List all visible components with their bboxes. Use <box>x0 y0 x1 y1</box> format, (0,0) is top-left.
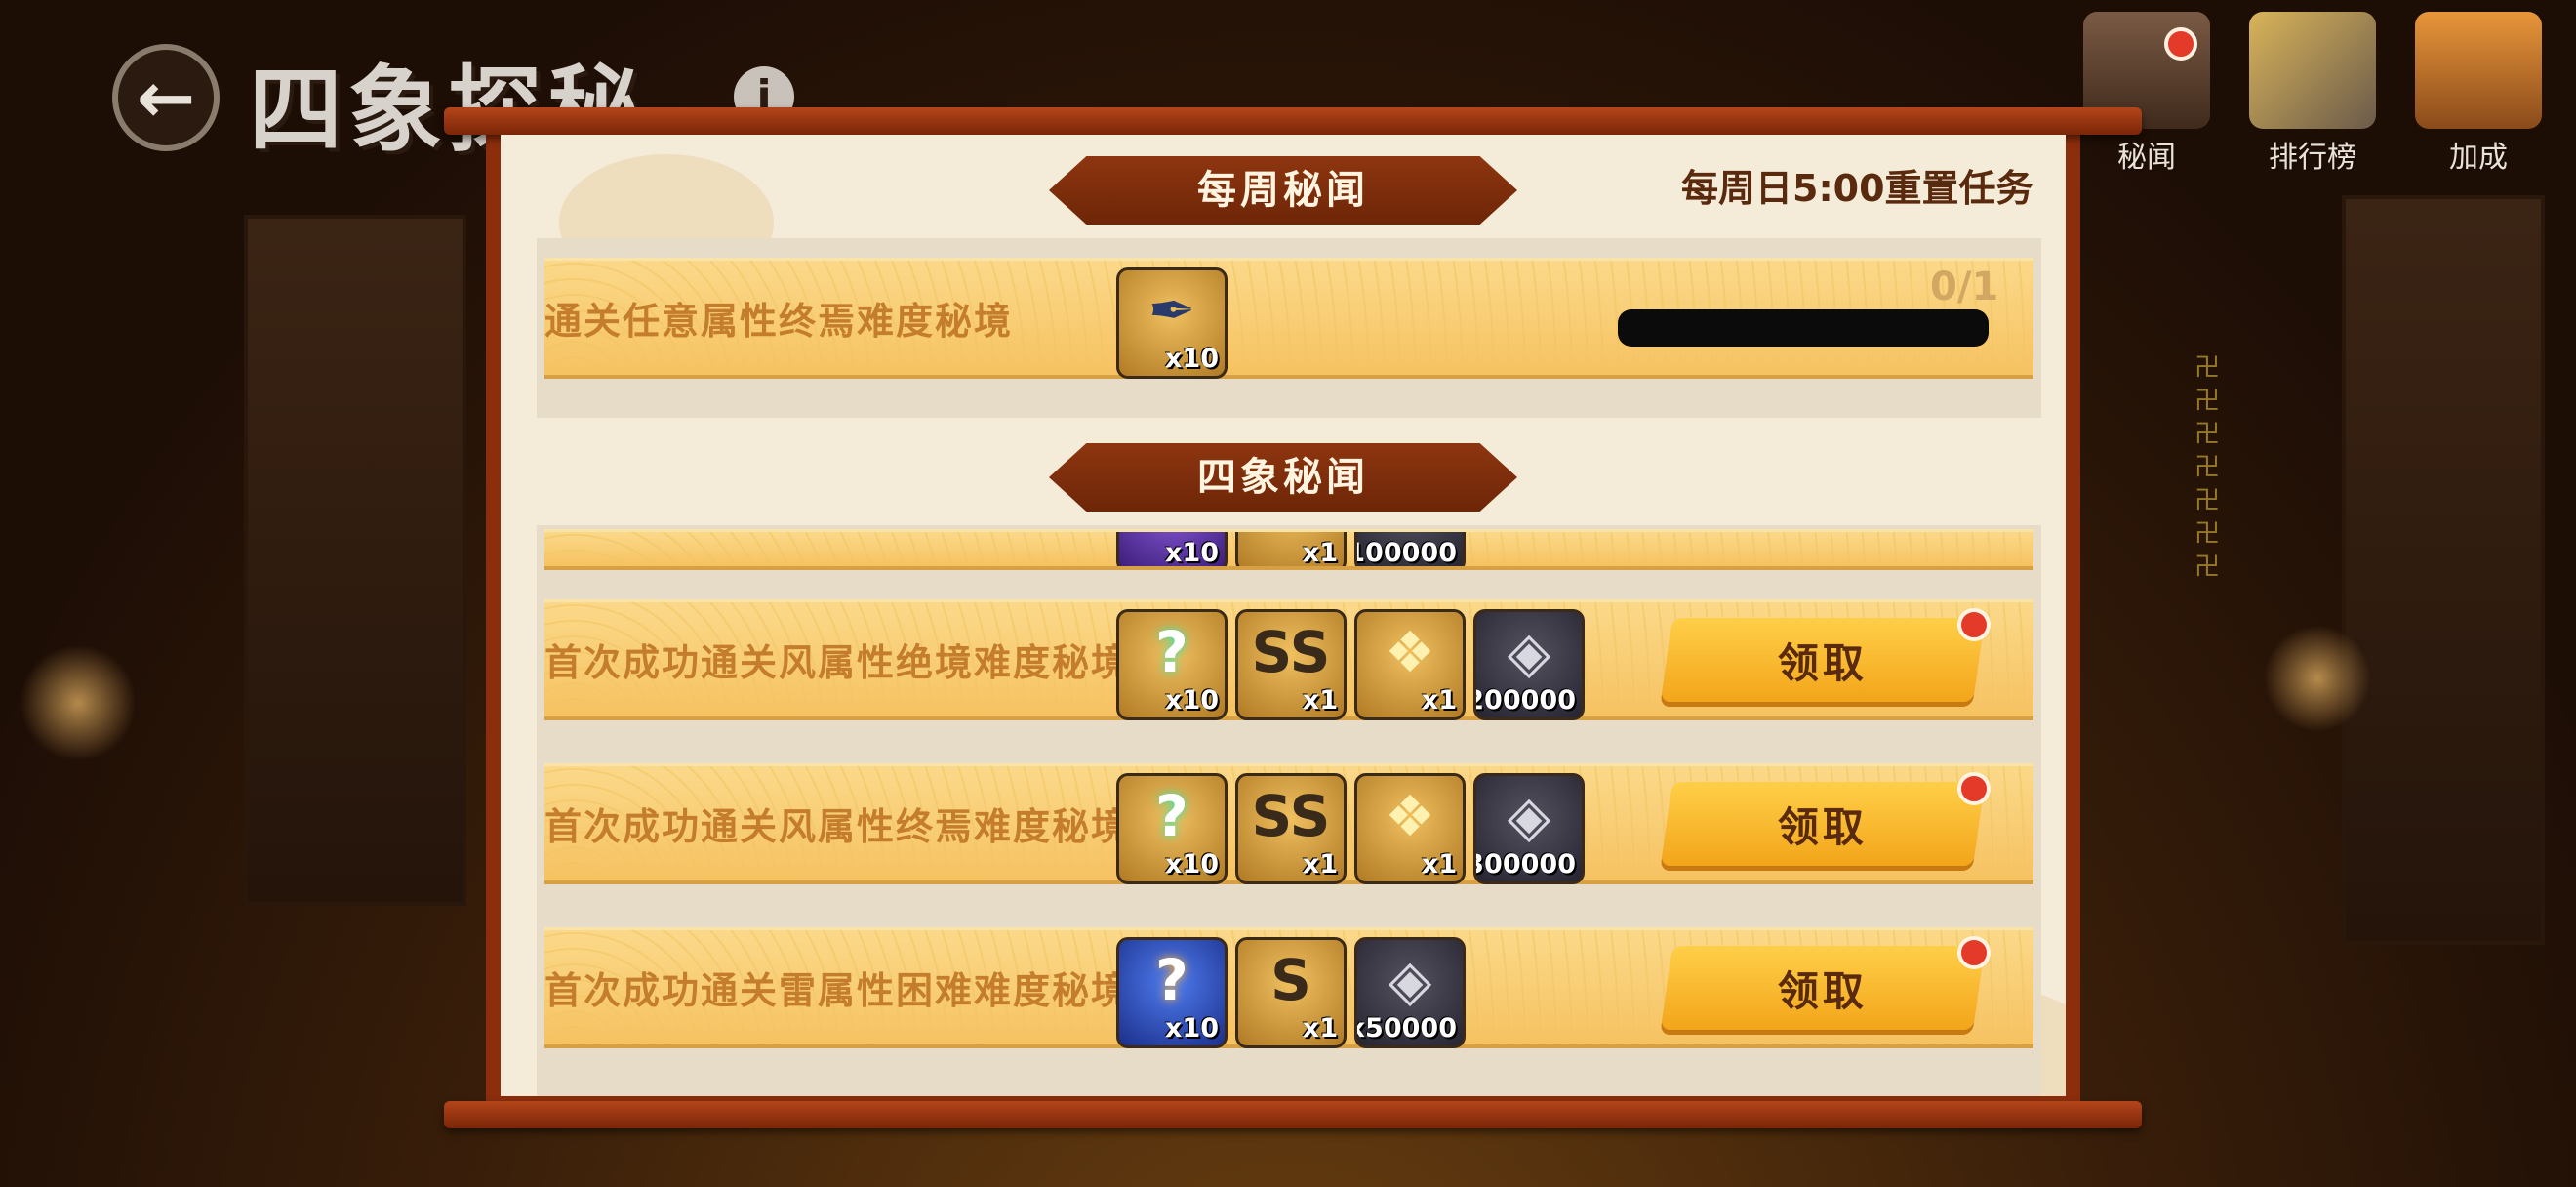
top-button-label: 排行榜 <box>2269 141 2356 175</box>
notification-badge <box>2164 27 2197 61</box>
reward-quantity: x1 <box>1302 538 1338 568</box>
task-row: 首次成功通关风属性终焉难度秘境 ? x10 SS x1 ❖ x1 ◈ x3000… <box>544 763 2033 884</box>
reward-item[interactable]: SS x1 <box>1235 609 1347 720</box>
golden-scroll-icon: ❖ <box>1385 783 1435 849</box>
reward-item[interactable]: ❖ x1 <box>1354 609 1466 720</box>
mystery-orb-icon: ? <box>1155 619 1188 685</box>
top-button-bonus[interactable]: 加成 <box>2400 12 2556 176</box>
reward-quantity: x1 <box>1421 685 1457 716</box>
scroll-upgrade-icon <box>2415 12 2542 129</box>
reward-item[interactable]: ◈ x300000 <box>1473 773 1585 884</box>
reward-quantity: x1 <box>1421 849 1457 880</box>
brush-scroll-icon: ✒ <box>1147 277 1196 344</box>
task-row: 首次成功通关雷属性困难难度秘境 ? x10 S x1 ◈ x50000 领取 <box>544 927 2033 1048</box>
reward-quantity: x1 <box>1302 1013 1338 1044</box>
task-title: 首次成功通关风属性绝境难度秘境 <box>544 641 1131 684</box>
reward-quantity: x200000 <box>1476 685 1576 716</box>
reward-item[interactable]: S x1 <box>1235 937 1347 1048</box>
coin-icon: ◈ <box>1507 619 1551 685</box>
scroll-rod-top <box>444 107 2142 135</box>
mystery-orb-icon: ? <box>1155 947 1188 1013</box>
reward-item[interactable]: SS x1 <box>1235 773 1347 884</box>
reward-item[interactable]: ● x10 <box>1116 532 1228 568</box>
claim-button-label: 领取 <box>1777 802 1868 851</box>
reward-item[interactable]: ◈ x50000 <box>1354 937 1466 1048</box>
coin-icon: ◈ <box>1388 947 1432 1013</box>
background-lamp-right <box>2264 625 2371 732</box>
reward-item[interactable]: ❖ x1 <box>1354 773 1466 884</box>
top-button-label: 加成 <box>2449 141 2508 175</box>
reward-quantity: x1 <box>1302 849 1338 880</box>
reward-quantity: x10 <box>1165 849 1219 880</box>
task-title: 首次成功通关雷属性困难难度秘境 <box>544 969 1131 1012</box>
weekly-task-row: 通关任意属性终焉难度秘境 ✒ x10 0/1 <box>544 258 2033 379</box>
reset-notice: 每周日5:00重置任务 <box>1681 167 2033 210</box>
notification-badge <box>1957 608 1991 641</box>
reward-quantity: x1 <box>1302 685 1338 716</box>
reward-quantity: x300000 <box>1476 849 1576 880</box>
golden-scroll-icon: ❖ <box>1385 619 1435 685</box>
top-button-leaderboard[interactable]: 排行榜 <box>2234 12 2391 176</box>
ss-scroll-card-icon: SS <box>1251 619 1331 685</box>
top-button-mystery-news[interactable]: 秘闻 <box>2069 12 2225 176</box>
reward-quantity: x10 <box>1165 538 1219 568</box>
back-button[interactable]: ← <box>112 44 220 151</box>
reward-item[interactable]: ? x10 <box>1116 937 1228 1048</box>
reward-quantity: x10 <box>1165 344 1219 374</box>
background-pillar-left <box>244 215 466 906</box>
notification-badge <box>1957 936 1991 969</box>
mystery-orb-icon: ? <box>1155 783 1188 849</box>
claim-button[interactable]: 领取 <box>1660 946 1986 1030</box>
reward-item[interactable]: S x1 <box>1235 532 1347 568</box>
task-row-partial: ● x10 S x1 ◈ x100000 <box>544 529 2033 570</box>
podium-icon <box>2249 12 2376 129</box>
weekly-section-heading: 每周秘闻 <box>1049 156 1517 225</box>
reward-item[interactable]: ◈ x200000 <box>1473 609 1585 720</box>
claim-button-label: 领取 <box>1777 966 1868 1015</box>
ss-plus-scroll-card-icon: SS <box>1251 783 1331 849</box>
claim-button-label: 领取 <box>1777 638 1868 687</box>
back-arrow-icon: ← <box>136 57 196 139</box>
reward-quantity: x10 <box>1165 685 1219 716</box>
notification-badge <box>1957 772 1991 805</box>
sixiang-section-heading: 四象秘闻 <box>1049 443 1517 512</box>
reward-quantity: x10 <box>1165 1013 1219 1044</box>
claim-button[interactable]: 领取 <box>1660 782 1986 866</box>
coin-icon: ◈ <box>1507 783 1551 849</box>
reward-item[interactable]: ◈ x100000 <box>1354 532 1466 568</box>
task-row: 首次成功通关风属性绝境难度秘境 ? x10 SS x1 ❖ x1 ◈ x2000… <box>544 599 2033 720</box>
quest-panel: 每周秘闻 每周日5:00重置任务 通关任意属性终焉难度秘境 ✒ x10 0/1 … <box>501 135 2066 1096</box>
claim-button[interactable]: 领取 <box>1660 618 1986 702</box>
progress-bar <box>1618 309 1989 347</box>
background-pillar-right <box>2342 195 2545 945</box>
progress-count: 0/1 <box>1930 265 1999 309</box>
task-title: 通关任意属性终焉难度秘境 <box>544 300 1014 343</box>
reward-item[interactable]: ? x10 <box>1116 609 1228 720</box>
side-ornament-text: 卍卍卍卍卍卍卍 <box>2194 353 2220 582</box>
reward-quantity: x100000 <box>1357 538 1457 568</box>
top-button-label: 秘闻 <box>2117 141 2176 175</box>
reward-item[interactable]: ✒ x10 <box>1116 267 1228 379</box>
task-title: 首次成功通关风属性终焉难度秘境 <box>544 805 1131 848</box>
s-scroll-card-icon: S <box>1270 947 1311 1013</box>
reward-item[interactable]: ? x10 <box>1116 773 1228 884</box>
background-lamp-left <box>20 644 137 761</box>
reward-quantity: x50000 <box>1354 1013 1457 1044</box>
scroll-rod-bottom <box>444 1101 2142 1128</box>
